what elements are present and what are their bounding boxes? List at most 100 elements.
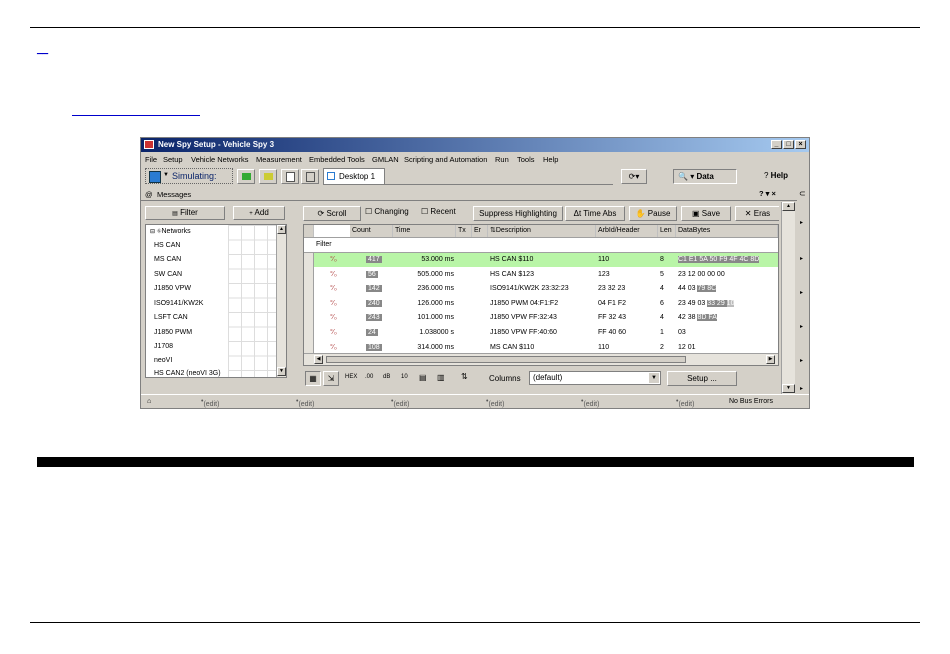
cell-time: 101.000 ms bbox=[417, 314, 454, 322]
dual-view-icon[interactable] bbox=[301, 169, 319, 184]
tree-item[interactable]: SW CAN bbox=[154, 268, 182, 282]
arrow-icon[interactable]: ▸ bbox=[800, 323, 803, 330]
status-edit-4[interactable]: • (edit) bbox=[486, 398, 504, 408]
scroll-icon: ⟳ bbox=[317, 209, 325, 218]
tree-item[interactable]: MS CAN bbox=[154, 253, 181, 267]
hscroll-thumb[interactable] bbox=[326, 356, 686, 363]
tab-label: Desktop 1 bbox=[339, 172, 376, 181]
db-toggle[interactable]: dB bbox=[383, 374, 390, 380]
messages-bottom-bar: ▦ ⇲ HEX .00 dB 10 ▤ ▥ ⇅ Columns (default… bbox=[303, 370, 779, 388]
col-description[interactable]: ⇅Description bbox=[488, 225, 596, 237]
columns-select[interactable]: (default) ▼ bbox=[529, 371, 661, 385]
menu-run[interactable]: Run bbox=[495, 155, 509, 164]
recent-checkbox[interactable]: ☐ Recent bbox=[421, 207, 456, 216]
arrow-icon[interactable]: ▸ bbox=[800, 289, 803, 296]
document-icon[interactable] bbox=[281, 169, 299, 184]
tree-item[interactable]: J1708 bbox=[154, 340, 173, 354]
tree-item[interactable]: neoVI bbox=[154, 354, 172, 368]
suppress-highlighting-button[interactable]: Suppress Highlighting bbox=[473, 206, 563, 221]
menu-vehicle-networks[interactable]: Vehicle Networks bbox=[191, 155, 249, 164]
tree-root[interactable]: ⊟ ⛗Networks bbox=[150, 225, 191, 239]
scroll-down-icon[interactable]: ▼ bbox=[277, 367, 286, 376]
cell-len: 4 bbox=[660, 314, 664, 322]
decimals-toggle[interactable]: .00 bbox=[365, 374, 373, 380]
pane-controls[interactable]: ? ▾ × bbox=[759, 189, 776, 198]
scroll-up-icon[interactable]: ▲ bbox=[782, 202, 795, 211]
status-edit-1[interactable]: • (edit) bbox=[201, 398, 219, 408]
arrow-icon[interactable]: ▸ bbox=[800, 357, 803, 364]
cell-time: 126.000 ms bbox=[417, 299, 454, 307]
cycle-icon[interactable]: ⟳▾ bbox=[621, 169, 647, 184]
tree-item[interactable]: J1850 PWM bbox=[154, 326, 192, 340]
dropdown-arrow-icon: ▼ bbox=[163, 172, 169, 178]
folder-icon[interactable] bbox=[259, 169, 277, 184]
cell-description: HS CAN $123 bbox=[490, 270, 534, 278]
arrow-icon[interactable]: ▸ bbox=[800, 219, 803, 226]
tab-desktop-1[interactable]: Desktop 1 bbox=[323, 168, 385, 184]
scroll-left-icon[interactable]: ◀ bbox=[314, 355, 323, 364]
save-button[interactable]: ▣ Save bbox=[681, 206, 731, 221]
status-edit-5[interactable]: • (edit) bbox=[581, 398, 599, 408]
col-er[interactable]: Er bbox=[472, 225, 488, 237]
menu-tools[interactable]: Tools bbox=[517, 155, 535, 164]
data-button[interactable]: 🔍 ▾ Data bbox=[673, 169, 737, 184]
status-edit-2[interactable]: • (edit) bbox=[296, 398, 314, 408]
status-edit-3[interactable]: • (edit) bbox=[391, 398, 409, 408]
tree-item[interactable]: LSFT CAN bbox=[154, 311, 188, 325]
time-icon: Δt bbox=[573, 209, 582, 218]
changing-checkbox[interactable]: ☐ Changing bbox=[365, 207, 409, 216]
view-icon[interactable]: ▦ bbox=[305, 371, 321, 386]
filter-button[interactable]: ▤ Filter bbox=[145, 206, 225, 220]
close-button[interactable]: × bbox=[795, 140, 806, 149]
col-arbid[interactable]: ArbId/Header bbox=[596, 225, 658, 237]
col-databytes[interactable]: DataBytes bbox=[676, 225, 778, 237]
decimal-toggle[interactable]: 10 bbox=[401, 374, 408, 380]
menu-setup[interactable]: Setup bbox=[163, 155, 183, 164]
scroll-down-icon[interactable]: ▼ bbox=[782, 384, 795, 393]
tree-scrollbar[interactable]: ▲ ▼ bbox=[276, 225, 286, 377]
top-link[interactable]: __ bbox=[37, 44, 48, 55]
col-tx[interactable]: Tx bbox=[456, 225, 472, 237]
tree-item[interactable]: J1850 VPW bbox=[154, 282, 191, 296]
mode-selector[interactable]: ▼ Simulating: bbox=[145, 168, 233, 184]
menu-measurement[interactable]: Measurement bbox=[256, 155, 302, 164]
pause-button[interactable]: ✋ Pause bbox=[629, 206, 677, 221]
tree-item[interactable]: HS CAN2 (neoVI 3G) bbox=[154, 367, 221, 377]
arrow-icon[interactable]: ▸ bbox=[800, 255, 803, 262]
scroll-right-icon[interactable]: ▶ bbox=[766, 355, 775, 364]
table-icon[interactable]: ▥ bbox=[437, 373, 445, 382]
status-edit-6[interactable]: • (edit) bbox=[676, 398, 694, 408]
add-button[interactable]: + Add bbox=[233, 206, 285, 220]
grid-hscrollbar[interactable]: ◀ ▶ bbox=[304, 353, 778, 365]
hex-toggle[interactable]: HEX bbox=[345, 374, 357, 380]
minimize-button[interactable]: _ bbox=[771, 140, 782, 149]
setup-button[interactable]: Setup ... bbox=[667, 371, 737, 386]
col-len[interactable]: Len bbox=[658, 225, 676, 237]
scroll-button[interactable]: ⟳ Scroll bbox=[303, 206, 361, 221]
erase-button[interactable]: ✕ Eras bbox=[735, 206, 779, 221]
message-icon: °⁄₀ bbox=[330, 314, 337, 322]
col-time[interactable]: Time bbox=[393, 225, 456, 237]
grid-icon[interactable]: ▤ bbox=[419, 373, 427, 382]
menu-scripting[interactable]: Scripting and Automation bbox=[404, 155, 487, 164]
main-scrollbar[interactable]: ▲ ▼ bbox=[781, 202, 795, 394]
underline-link[interactable] bbox=[72, 115, 200, 116]
scroll-up-icon[interactable]: ▲ bbox=[277, 225, 286, 234]
menu-file[interactable]: File bbox=[145, 155, 157, 164]
maximize-button[interactable]: □ bbox=[783, 140, 794, 149]
run-icon[interactable] bbox=[237, 169, 255, 184]
col-count[interactable]: Count bbox=[350, 225, 393, 237]
cell-arbid: 123 bbox=[598, 270, 610, 278]
pin-icon[interactable]: ⊂ bbox=[799, 189, 806, 198]
arrow-icon[interactable]: ▸ bbox=[800, 385, 803, 392]
expand-icon[interactable]: ⇲ bbox=[323, 371, 339, 386]
cell-len: 4 bbox=[660, 285, 664, 293]
time-abs-button[interactable]: Δt Time Abs bbox=[565, 206, 625, 221]
grid-left-scrollbar[interactable] bbox=[304, 253, 314, 363]
help-button[interactable]: ? Help bbox=[747, 169, 805, 184]
tree-item[interactable]: HS CAN bbox=[154, 239, 180, 253]
tree-item[interactable]: ISO9141/KW2K bbox=[154, 297, 203, 311]
menu-help[interactable]: Help bbox=[543, 155, 558, 164]
menu-embedded-tools[interactable]: Embedded Tools bbox=[309, 155, 365, 164]
menu-gmlan[interactable]: GMLAN bbox=[372, 155, 399, 164]
